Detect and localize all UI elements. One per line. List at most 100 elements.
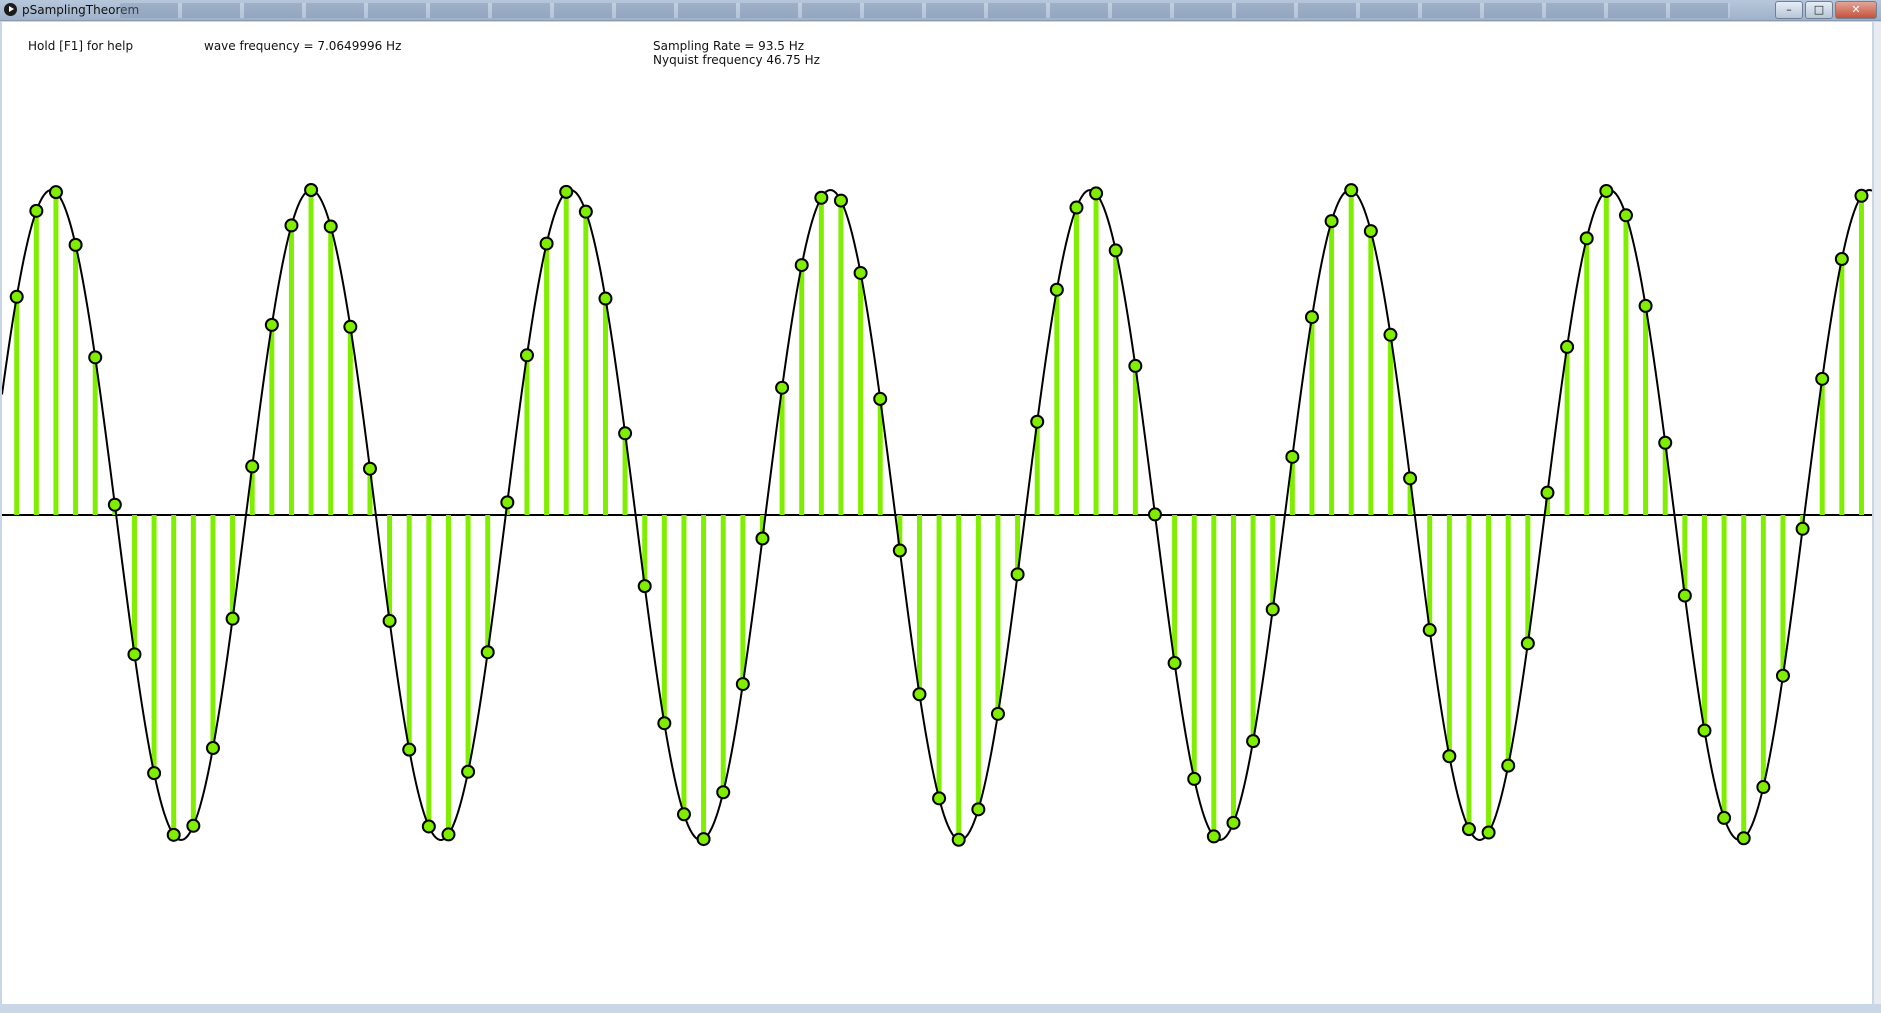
sample-point xyxy=(1265,602,1280,617)
sample-point xyxy=(1128,358,1143,373)
sample-point xyxy=(1422,623,1437,638)
sample-point xyxy=(1187,771,1202,786)
sample-point xyxy=(578,204,593,219)
sample-point xyxy=(519,348,534,363)
sample-point xyxy=(1834,251,1849,266)
sample-point xyxy=(853,265,868,280)
sample-point xyxy=(1677,588,1692,603)
sample-point xyxy=(382,613,397,628)
sample-point xyxy=(1815,371,1830,386)
sample-point xyxy=(1461,822,1476,837)
sample-point xyxy=(1324,214,1339,229)
sample-point xyxy=(1030,414,1045,429)
sample-point xyxy=(1540,485,1555,500)
sample-point xyxy=(1108,243,1123,258)
sample-point xyxy=(1049,282,1064,297)
sketch-canvas[interactable]: Hold [F1] for help wave frequency = 7.06… xyxy=(2,22,1872,1004)
sample-point xyxy=(441,827,456,842)
window-controls: – □ ✕ xyxy=(1773,1,1877,19)
sample-point xyxy=(245,459,260,474)
sample-point xyxy=(735,677,750,692)
sample-point xyxy=(461,764,476,779)
close-button[interactable]: ✕ xyxy=(1835,1,1877,19)
sample-point xyxy=(637,579,652,594)
sample-point xyxy=(1167,656,1182,671)
sample-point xyxy=(1756,780,1771,795)
sample-point xyxy=(1442,749,1457,764)
sample-point xyxy=(873,391,888,406)
sample-point xyxy=(1736,831,1751,846)
nyquist-frequency-readout: Nyquist frequency 46.75 Hz xyxy=(653,53,820,67)
sample-point xyxy=(205,741,220,756)
sample-point xyxy=(1854,188,1869,203)
sample-point xyxy=(559,184,574,199)
sample-point xyxy=(147,766,162,781)
sample-point xyxy=(480,645,495,660)
sample-point xyxy=(1579,231,1594,246)
sample-point xyxy=(1363,224,1378,239)
sample-point xyxy=(971,802,986,817)
sample-point xyxy=(1501,758,1516,773)
sample-point xyxy=(1775,668,1790,683)
sample-point xyxy=(1717,810,1732,825)
sample-point xyxy=(1403,471,1418,486)
sample-point xyxy=(343,319,358,334)
maximize-button[interactable]: □ xyxy=(1805,1,1833,19)
wave-frequency-readout: wave frequency = 7.0649996 Hz xyxy=(204,39,402,53)
sample-point xyxy=(421,819,436,834)
sample-point xyxy=(1069,200,1084,215)
sample-point xyxy=(1304,310,1319,325)
sample-point xyxy=(107,497,122,512)
sample-point xyxy=(500,495,515,510)
sample-point xyxy=(127,647,142,662)
processing-play-icon xyxy=(4,3,17,16)
sample-point xyxy=(539,236,554,251)
sampling-rate-readout: Sampling Rate = 93.5 Hz xyxy=(653,39,805,53)
app-window: pSamplingTheorem – □ ✕ Hold [F1] for hel… xyxy=(0,0,1881,1013)
sample-point xyxy=(362,461,377,476)
sample-point xyxy=(932,791,947,806)
sample-point xyxy=(402,742,417,757)
sample-point xyxy=(755,531,770,546)
sample-point xyxy=(1246,734,1261,749)
sample-point xyxy=(1795,521,1810,536)
sample-point xyxy=(1481,825,1496,840)
sample-point xyxy=(775,380,790,395)
sample-point xyxy=(1010,567,1025,582)
sample-point xyxy=(598,291,613,306)
sample-point xyxy=(264,317,279,332)
sample-point xyxy=(1697,723,1712,738)
sample-point xyxy=(1520,636,1535,651)
sample-point xyxy=(1658,435,1673,450)
sample-point xyxy=(912,687,927,702)
help-hint: Hold [F1] for help xyxy=(28,39,134,53)
sample-point xyxy=(1147,507,1162,522)
sample-point xyxy=(1383,327,1398,342)
sample-point xyxy=(1638,298,1653,313)
sample-point xyxy=(29,203,44,218)
sample-point xyxy=(9,289,24,304)
minimize-button[interactable]: – xyxy=(1775,1,1803,19)
sample-point xyxy=(990,706,1005,721)
sample-point xyxy=(794,258,809,273)
sample-point xyxy=(225,611,240,626)
sample-point xyxy=(1344,183,1359,198)
sample-point xyxy=(657,716,672,731)
sample-point xyxy=(88,350,103,365)
background-taskbar-strip xyxy=(120,3,1730,18)
sample-point xyxy=(166,827,181,842)
canvas-edge-scrollbar[interactable] xyxy=(1874,22,1881,1004)
sample-point xyxy=(1599,183,1614,198)
title-bar[interactable]: pSamplingTheorem – □ ✕ xyxy=(0,0,1881,21)
sample-point xyxy=(618,426,633,441)
sample-point xyxy=(676,807,691,822)
sample-point xyxy=(696,832,711,847)
sample-point xyxy=(1206,829,1221,844)
sample-point xyxy=(1285,449,1300,464)
sample-point xyxy=(716,785,731,800)
sample-point xyxy=(323,219,338,234)
sample-point xyxy=(68,237,83,252)
sample-point xyxy=(48,185,63,200)
sample-point xyxy=(186,818,201,833)
sample-point xyxy=(304,183,319,198)
